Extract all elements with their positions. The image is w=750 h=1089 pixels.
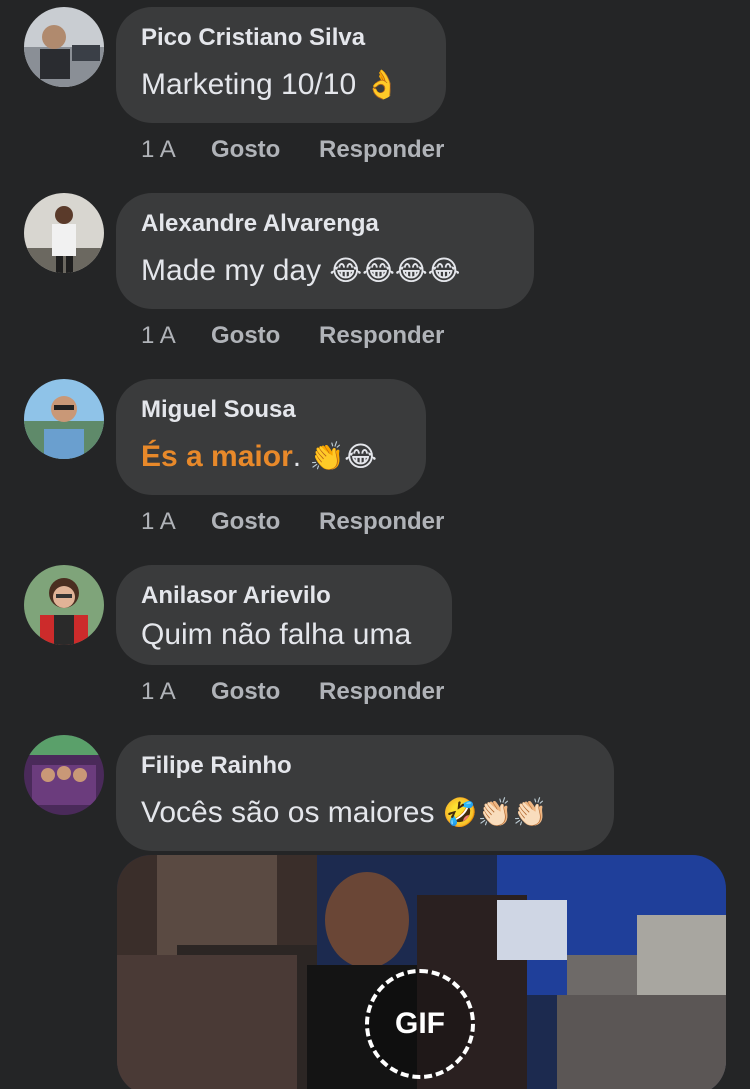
comment-time: 1 A <box>141 508 176 535</box>
comment-bubble: Miguel Sousa És a maior. 👏😂 <box>116 379 426 495</box>
comment-text: Marketing 10/10 👌 <box>141 68 400 101</box>
comment-text: Made my day 😂😂😂😂 <box>141 254 461 287</box>
like-button[interactable]: Gosto <box>211 508 280 536</box>
avatar[interactable] <box>24 735 104 815</box>
comment-author[interactable]: Pico Cristiano Silva <box>141 24 365 52</box>
reply-button[interactable]: Responder <box>319 136 444 164</box>
comment-time: 1 A <box>141 678 176 705</box>
comment-text: És a maior. 👏😂 <box>141 440 378 473</box>
reply-button[interactable]: Responder <box>319 322 444 350</box>
comment-text: Vocês são os maiores 🤣👏🏻👏🏻 <box>141 796 548 829</box>
reply-button[interactable]: Responder <box>319 678 444 706</box>
ok-hand-emoji: 👌 <box>364 69 400 100</box>
laughing-emoji: 😂😂😂😂 <box>329 255 461 286</box>
avatar[interactable] <box>24 379 104 459</box>
comment-bubble: Anilasor Arievilo Quim não falha uma <box>116 565 452 665</box>
gif-attachment[interactable]: GIF <box>117 855 726 1089</box>
comment-time: 1 A <box>141 322 176 349</box>
like-button[interactable]: Gosto <box>211 678 280 706</box>
highlighted-text: És a maior <box>141 440 293 473</box>
clap-laugh-emoji: 👏😂 <box>309 441 378 472</box>
comment-time: 1 A <box>141 136 176 163</box>
comment-text: Quim não falha uma <box>141 618 412 651</box>
reply-button[interactable]: Responder <box>319 508 444 536</box>
comment-bubble: Pico Cristiano Silva Marketing 10/10 👌 <box>116 7 446 123</box>
comment-author[interactable]: Miguel Sousa <box>141 396 296 424</box>
avatar[interactable] <box>24 193 104 273</box>
avatar[interactable] <box>24 565 104 645</box>
gif-badge: GIF <box>365 969 475 1079</box>
comment-author[interactable]: Alexandre Alvarenga <box>141 210 379 238</box>
rofl-clap-emoji: 🤣👏🏻👏🏻 <box>442 797 548 828</box>
avatar[interactable] <box>24 7 104 87</box>
like-button[interactable]: Gosto <box>211 322 280 350</box>
comments-feed: Pico Cristiano Silva Marketing 10/10 👌 1… <box>0 0 750 1089</box>
comment-author[interactable]: Anilasor Arievilo <box>141 582 331 610</box>
comment-author[interactable]: Filipe Rainho <box>141 752 292 780</box>
comment-bubble: Alexandre Alvarenga Made my day 😂😂😂😂 <box>116 193 534 309</box>
comment-bubble: Filipe Rainho Vocês são os maiores 🤣👏🏻👏🏻 <box>116 735 614 851</box>
like-button[interactable]: Gosto <box>211 136 280 164</box>
